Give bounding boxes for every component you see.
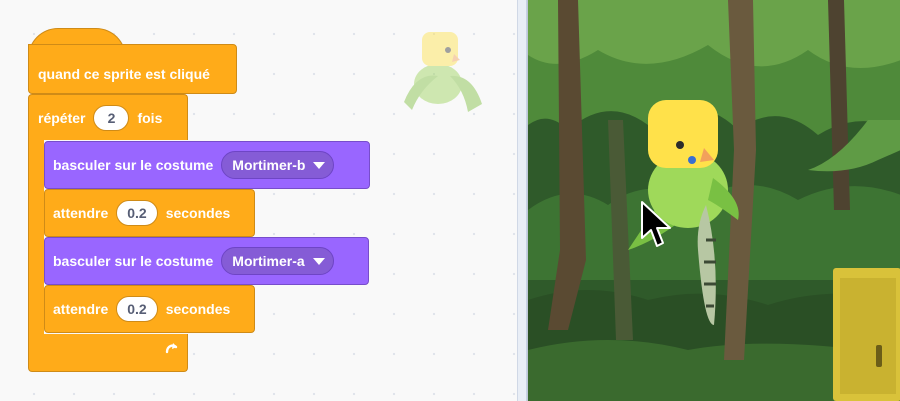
- code-area[interactable]: quand ce sprite est cliqué répéter 2 foi…: [0, 0, 517, 401]
- switch-costume-block-2[interactable]: basculer sur le costume Mortimer-a: [44, 237, 369, 285]
- chevron-down-icon: [313, 161, 326, 169]
- repeat-label: répéter: [38, 109, 86, 126]
- stage[interactable]: [527, 0, 900, 401]
- wait-suffix: secondes: [165, 205, 231, 221]
- repeat-block[interactable]: répéter 2 fois: [28, 94, 188, 140]
- wait-label: attendre: [53, 301, 109, 317]
- wait-label: attendre: [53, 205, 109, 221]
- when-sprite-clicked-block[interactable]: quand ce sprite est cliqué: [28, 44, 237, 94]
- hat-block-label: quand ce sprite est cliqué: [38, 66, 210, 82]
- costume-dropdown-value: Mortimer-b: [232, 157, 306, 173]
- repeat-block-arm: [28, 140, 44, 334]
- costume-dropdown-2[interactable]: Mortimer-a: [221, 247, 334, 275]
- switch-costume-block-1[interactable]: basculer sur le costume Mortimer-b: [44, 141, 370, 189]
- chevron-down-icon: [312, 257, 325, 265]
- wait-suffix: secondes: [165, 301, 231, 317]
- wait-seconds-input-2[interactable]: 0.2: [116, 296, 158, 322]
- wait-block-1[interactable]: attendre 0.2 secondes: [44, 189, 255, 237]
- wait-seconds-input-1[interactable]: 0.2: [116, 200, 158, 226]
- repeat-count-input[interactable]: 2: [93, 104, 130, 131]
- pane-divider[interactable]: [517, 0, 527, 401]
- forest-backdrop: [528, 0, 900, 401]
- repeat-suffix: fois: [137, 109, 163, 126]
- wait-block-2[interactable]: attendre 0.2 secondes: [44, 285, 255, 333]
- mouse-pointer-icon: [641, 201, 671, 247]
- switch-costume-label: basculer sur le costume: [53, 157, 214, 173]
- costume-dropdown-1[interactable]: Mortimer-b: [221, 151, 335, 179]
- loop-arrow-icon: [165, 343, 178, 354]
- costume-dropdown-value: Mortimer-a: [232, 253, 305, 269]
- sprite-thumbnail: [404, 32, 482, 112]
- switch-costume-label: basculer sur le costume: [53, 253, 214, 269]
